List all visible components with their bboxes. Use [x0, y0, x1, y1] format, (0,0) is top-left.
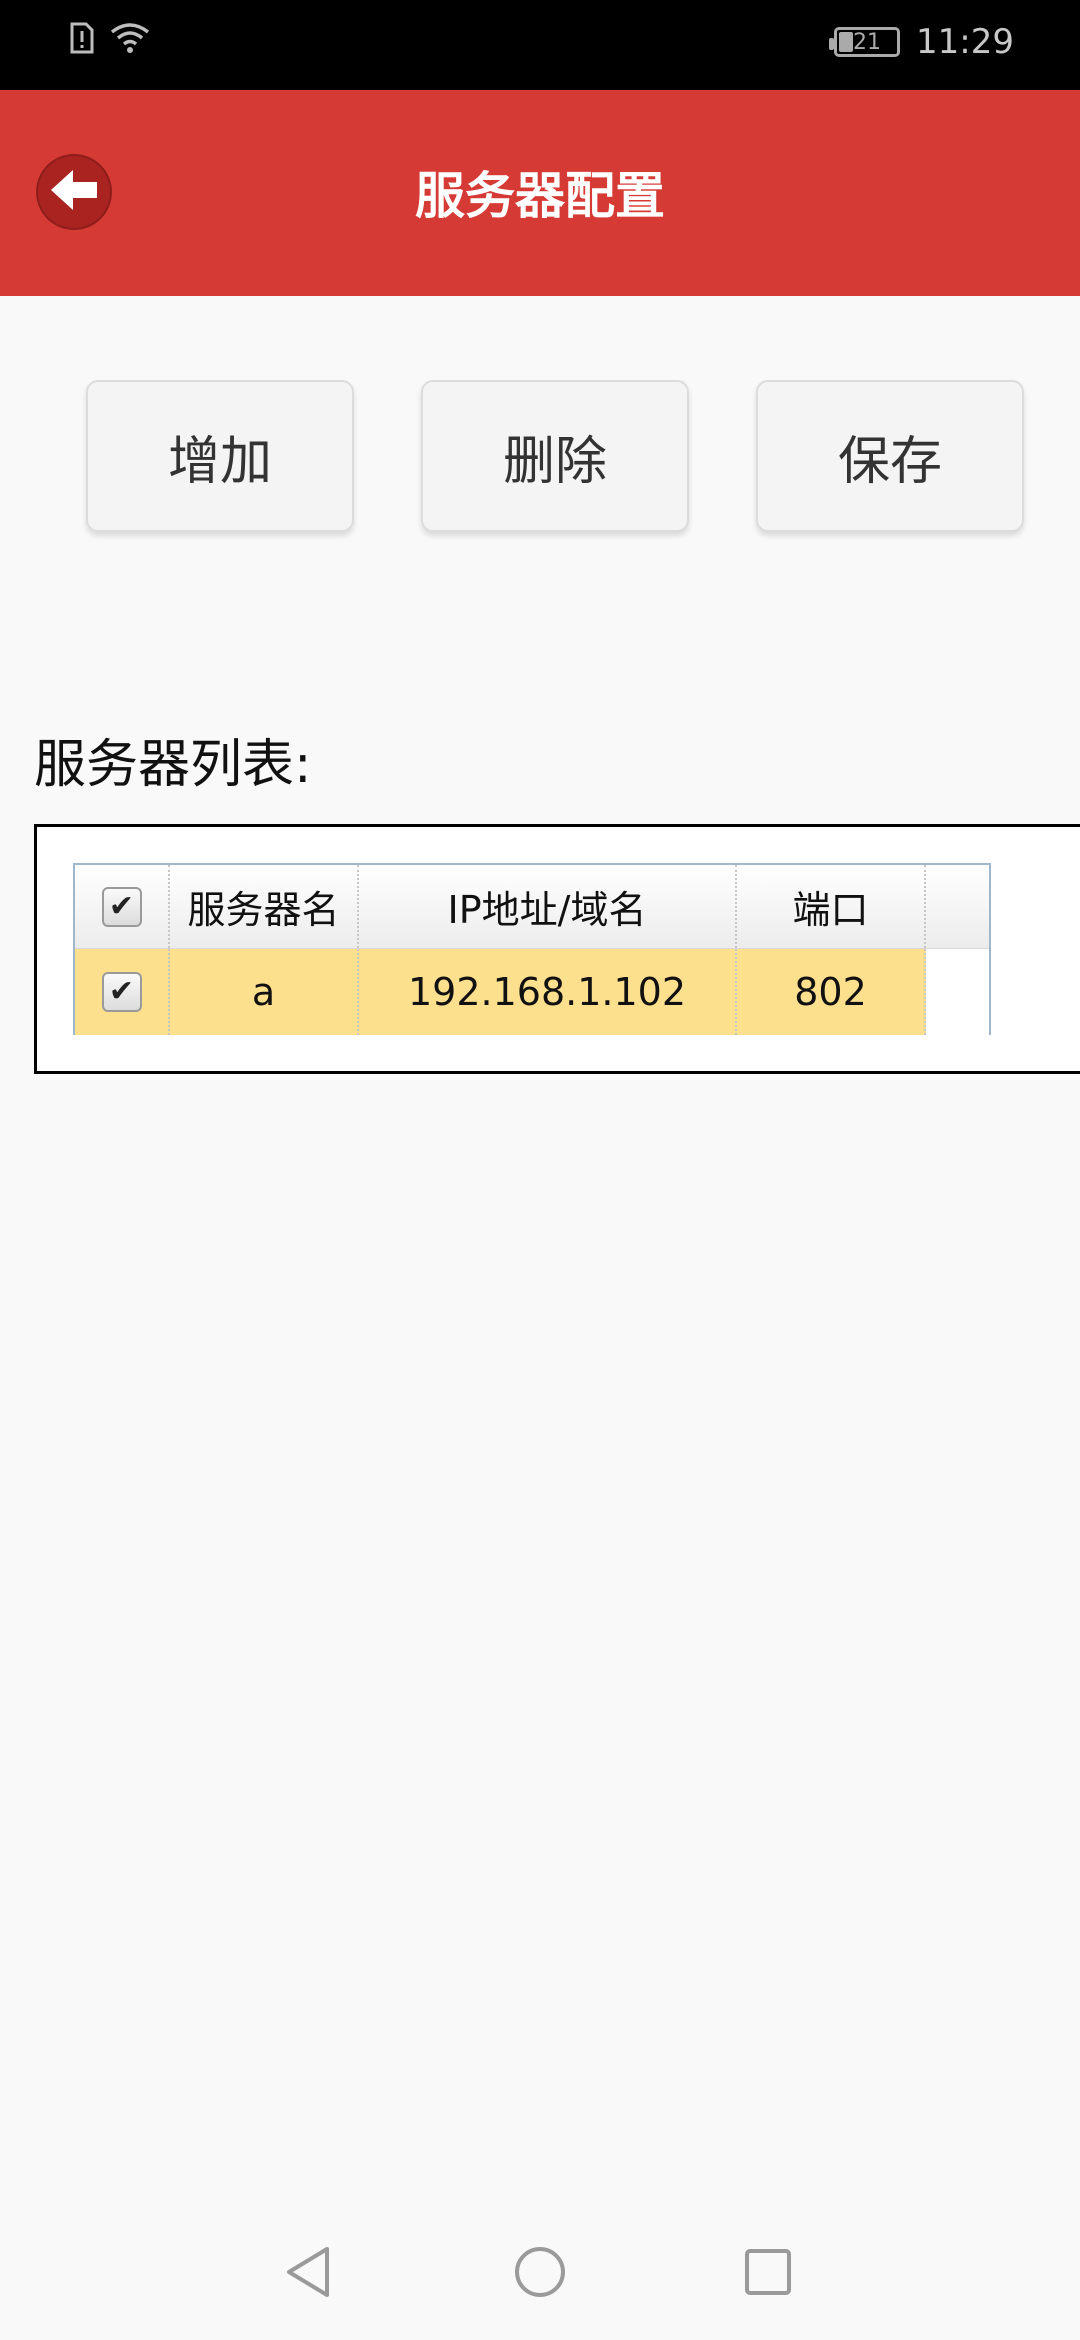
- status-time: 11:29: [916, 22, 1014, 62]
- column-header-name[interactable]: 服务器名: [170, 865, 359, 948]
- back-triangle-icon: [283, 2245, 333, 2303]
- save-button[interactable]: 保存: [756, 380, 1024, 532]
- column-header-address[interactable]: IP地址/域名: [359, 865, 737, 948]
- nav-home-button[interactable]: [500, 2234, 580, 2314]
- column-header-filler: [926, 865, 989, 948]
- table-row[interactable]: ✔ a 192.168.1.102 802: [75, 949, 989, 1035]
- nav-recents-button[interactable]: [728, 2234, 808, 2314]
- battery-level: 21: [853, 29, 882, 55]
- server-table: ✔ 服务器名 IP地址/域名 端口 ✔ a 192.168.1.102 802: [73, 863, 991, 1035]
- system-nav-bar: [0, 2210, 1080, 2340]
- status-right: 21 11:29: [829, 22, 1014, 62]
- server-list-frame: ✔ 服务器名 IP地址/域名 端口 ✔ a 192.168.1.102 802: [34, 824, 1080, 1074]
- table-header-row: ✔ 服务器名 IP地址/域名 端口: [75, 865, 989, 949]
- column-header-port[interactable]: 端口: [737, 865, 926, 948]
- check-icon: ✔: [108, 888, 135, 924]
- header-checkbox-cell: ✔: [75, 865, 170, 948]
- row-checkbox[interactable]: ✔: [101, 972, 142, 1012]
- wifi-icon: [110, 22, 150, 58]
- nav-back-button[interactable]: [268, 2234, 348, 2314]
- add-button[interactable]: 增加: [86, 380, 354, 532]
- status-left: [68, 22, 150, 58]
- recents-square-icon: [743, 2247, 793, 2301]
- select-all-checkbox[interactable]: ✔: [101, 886, 142, 927]
- cell-server-name[interactable]: a: [170, 949, 359, 1035]
- page-title: 服务器配置: [415, 167, 665, 225]
- delete-button[interactable]: 删除: [421, 380, 689, 532]
- cell-ip-address[interactable]: 192.168.1.102: [359, 949, 737, 1035]
- cell-filler: [926, 949, 989, 1035]
- status-bar: 21 11:29: [0, 0, 1080, 90]
- sim-alert-icon: [68, 22, 96, 58]
- battery-icon: 21: [829, 27, 901, 57]
- app-bar: 服务器配置: [0, 90, 1080, 296]
- server-list-label: 服务器列表:: [34, 735, 312, 795]
- cell-port[interactable]: 802: [737, 949, 926, 1035]
- home-circle-icon: [513, 2245, 567, 2303]
- check-icon: ✔: [108, 974, 135, 1009]
- row-checkbox-cell: ✔: [75, 949, 170, 1035]
